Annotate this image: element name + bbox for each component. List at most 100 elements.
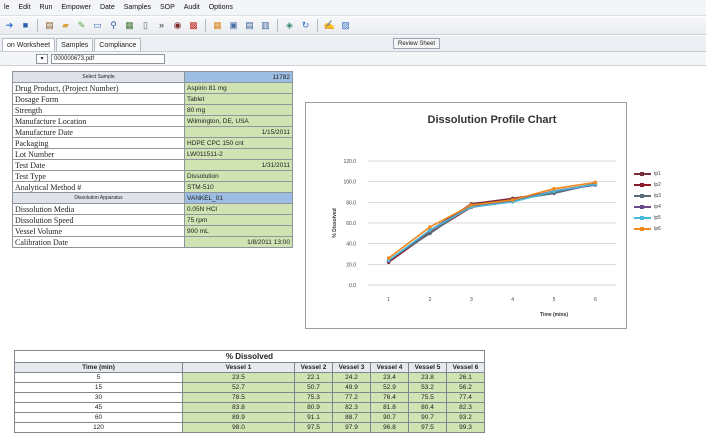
table-row: 45 83.8 80.9 82.3 81.8 80.4 82.3 [14,402,485,413]
legend-marker [640,171,644,176]
document-icon[interactable]: ▯ [139,19,152,32]
tab-worksheet[interactable]: on Worksheet [2,38,56,51]
x-tick-label: 5 [553,297,556,303]
save-icon[interactable]: ■ [19,19,32,32]
percent-cell: 23.4 [370,372,409,383]
column-header: Vessel 2 [294,362,333,373]
menu-item-audit[interactable]: Audit [184,4,200,11]
y-tick-label: 60.0 [346,221,356,227]
table-row: 30 78.5 75.3 77.2 76.4 75.5 77.4 [14,392,485,403]
tab-compliance[interactable]: Compliance [94,38,142,51]
info-row: Select Sample 11782 [12,71,293,83]
format-icon[interactable]: ▤ [43,19,56,32]
percent-cell: 49.9 [332,382,371,393]
percent-cell: 93.2 [446,412,485,423]
edit-icon[interactable]: ✎ [75,19,88,32]
info-value-field[interactable]: 1/31/2011 [184,159,293,171]
percent-cell: 56.2 [446,382,485,393]
legend-swatch [634,182,651,187]
info-value-field[interactable]: 900 mL [184,225,293,237]
chart-legend: tp1 tp2 tp3 tp4 tp5 tp6 [634,168,694,234]
info-value-field[interactable]: LW011511-2 [184,148,293,160]
percent-cell: 76.4 [370,392,409,403]
file-name-field[interactable]: 000000673.pdf [51,53,165,64]
search-icon[interactable]: ⚲ [107,19,120,32]
y-tick-label: 40.0 [346,242,356,248]
info-value-field[interactable]: Wilmington, DE, USA [184,115,293,127]
info-row: Lot Number LW011511-2 [12,148,293,160]
window-icon[interactable]: ▣ [227,19,240,32]
info-value-field[interactable]: 1/8/2011 13:00 [184,236,293,248]
percent-cell: 97.5 [294,422,333,433]
time-cell: 120 [14,422,183,433]
table-row: 15 52.7 50.7 49.9 52.9 53.2 56.2 [14,382,485,393]
info-row: Packaging HDPE CPC 150 cnt [12,137,293,149]
legend-swatch [634,193,651,198]
arrow-icon[interactable]: ➜ [3,19,16,32]
menu-item-empower[interactable]: Empower [61,4,91,11]
legend-item: tp3 [634,190,694,201]
tab-samples[interactable]: Samples [56,38,94,51]
menu-item-le[interactable]: le [4,4,9,11]
percent-cell: 77.4 [446,392,485,403]
y-tick-label: 120.0 [343,159,356,165]
refresh-icon[interactable]: ↻ [299,19,312,32]
x-axis-label: Time (mins) [540,312,568,318]
info-label: Dissolution Media [12,203,185,215]
info-value-field[interactable]: Aspirin 81 mg [184,82,293,94]
menu-item-samples[interactable]: Samples [124,4,151,11]
folder-icon[interactable]: ▰ [59,19,72,32]
binoculars-icon[interactable]: ◉ [171,19,184,32]
series-line-tp1 [388,182,596,262]
info-value-field[interactable]: 80 mg [184,104,293,116]
file-dropdown-button[interactable]: ▾ [36,53,48,64]
info-value-field[interactable]: Tablet [184,93,293,105]
legend-label: tp2 [654,181,661,188]
percent-cell: 82.3 [332,402,371,413]
percent-cell: 52.7 [182,382,295,393]
info-label: Dosage Form [12,93,185,105]
percent-dissolved-table: % Dissolved Time (min) Vessel 1 Vessel 2 Ve… [14,350,485,433]
percent-cell: 97.9 [332,422,371,433]
percent-cell: 75.3 [294,392,333,403]
network-icon[interactable]: ◈ [283,19,296,32]
percent-cell: 23.8 [408,372,447,383]
menu-item-options[interactable]: Options [209,4,233,11]
info-value-field[interactable]: STM-510 [184,181,293,193]
list-icon[interactable]: ▥ [259,19,272,32]
legend-label: tp5 [654,214,661,221]
data-point-tp6 [428,225,432,229]
info-value-field[interactable]: 0.05N HCl [184,203,293,215]
x-tick-label: 1 [387,297,390,303]
menu-item-date[interactable]: Date [100,4,115,11]
column-header: Vessel 6 [446,362,485,373]
grid-icon[interactable]: ▦ [123,19,136,32]
menu-item-sop[interactable]: SOP [160,4,175,11]
review-sheet-button[interactable]: Review Sheet [393,38,441,49]
forward-icon[interactable]: » [155,19,168,32]
signature-icon[interactable]: ✍ [323,19,336,32]
series-line-tp5 [388,183,596,262]
monitor-icon[interactable]: ▭ [91,19,104,32]
info-label: Calibration Date [12,236,185,248]
info-row: Analytical Method # STM-510 [12,181,293,193]
panel-icon[interactable]: ▤ [243,19,256,32]
info-value-field[interactable]: Dissolution [184,170,293,182]
menu-item-edit[interactable]: Edit [18,4,30,11]
menu-item-run[interactable]: Run [40,4,53,11]
info-row: Test Type Dissolution [12,170,293,182]
table-icon[interactable]: ▦ [211,19,224,32]
info-row: Drug Product, (Project Number) Aspirin 81… [12,82,293,94]
info-value-field[interactable]: HDPE CPC 150 cnt [184,137,293,149]
percent-cell: 81.8 [370,402,409,413]
chart-icon[interactable]: ▩ [187,19,200,32]
info-value-field[interactable]: 1/15/2011 [184,126,293,138]
info-value-field[interactable]: 75 rpm [184,214,293,226]
info-value-field[interactable]: VANKEL_01 [184,192,293,204]
chart-canvas: Dissolution Profile Chart 0.0 20.0 40.0 60.0… [332,114,616,318]
legend-marker [640,182,644,187]
info-row: Manufacture Date 1/15/2011 [12,126,293,138]
info-value-field[interactable]: 11782 [184,71,293,83]
image-icon[interactable]: ▨ [339,19,352,32]
series-line-tp3 [388,183,596,261]
